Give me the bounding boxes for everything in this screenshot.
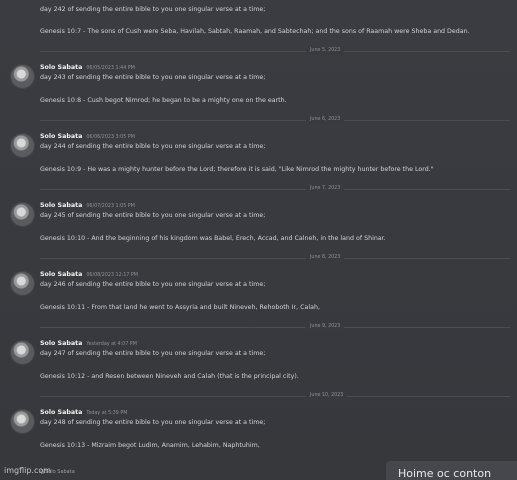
author-name[interactable]: Solo Sabata — [40, 409, 82, 416]
divider-rule — [40, 51, 510, 52]
avatar[interactable] — [10, 409, 35, 434]
message-line: day 247 of sending the entire bible to y… — [40, 350, 266, 357]
date-divider: June 6, 2023 — [40, 116, 510, 124]
message-verse: Genesis 10:13 - Mizraim begot Ludim, Ana… — [40, 442, 260, 449]
divider-rule — [40, 327, 510, 328]
divider-date: June 6, 2023 — [306, 116, 345, 124]
message-verse: Genesis 10:12 - and Resen between Nineve… — [40, 373, 299, 380]
message-header: Solo Sabata Today at 5:39 PM — [40, 409, 127, 418]
divider-date: June 5, 2023 — [306, 47, 345, 55]
date-divider: June 7, 2023 — [40, 185, 510, 193]
message-line: day 246 of sending the entire bible to y… — [40, 281, 266, 288]
divider-date: June 9, 2023 — [306, 323, 345, 331]
date-divider: June 5, 2023 — [40, 47, 510, 55]
author-name[interactable]: Solo Sabata — [40, 202, 82, 209]
message-verse: Genesis 10:10 - And the beginning of his… — [40, 235, 386, 242]
author-name[interactable]: Solo Sabata — [40, 340, 82, 347]
message-line: day 243 of sending the entire bible to y… — [40, 74, 266, 81]
message-verse: Genesis 10:7 - The sons of Cush were Seb… — [40, 28, 470, 35]
divider-date: June 7, 2023 — [306, 185, 345, 193]
message-line: day 244 of sending the entire bible to y… — [40, 143, 266, 150]
divider-rule — [40, 396, 510, 397]
date-divider: June 10, 2023 — [40, 392, 510, 400]
divider-rule — [40, 258, 510, 259]
message-header: Solo Sabata 06/05/2023 1:44 PM — [40, 64, 135, 73]
divider-rule — [40, 189, 510, 190]
message-header: Solo Sabata 06/07/2023 1:05 PM — [40, 202, 135, 211]
divider-date: June 8, 2023 — [306, 254, 345, 262]
divider-date: June 10, 2023 — [306, 392, 348, 400]
message-line: day 245 of sending the entire bible to y… — [40, 212, 266, 219]
avatar[interactable] — [10, 271, 35, 296]
avatar[interactable] — [10, 64, 35, 89]
message-timestamp: 06/08/2023 12:17 PM — [86, 273, 138, 278]
message-line: day 242 of sending the entire bible to y… — [40, 6, 266, 13]
message-timestamp: 06/05/2023 1:44 PM — [86, 66, 135, 71]
author-name[interactable]: Solo Sabata — [40, 133, 82, 140]
message-verse: Genesis 10:8 - Cush begot Nimrod; he beg… — [40, 97, 287, 104]
message-line: day 248 of sending the entire bible to y… — [40, 419, 266, 426]
message-header: Solo Sabata Yesterday at 4:07 PM — [40, 340, 137, 349]
message-timestamp: 06/07/2023 1:05 PM — [86, 204, 135, 209]
message-header: Solo Sabata 06/06/2023 3:05 PM — [40, 133, 135, 142]
meme-caption-box: Hoime oc conton — [386, 461, 517, 480]
avatar[interactable] — [10, 202, 35, 227]
date-divider: June 8, 2023 — [40, 254, 510, 262]
message-timestamp: Today at 5:39 PM — [86, 411, 128, 416]
message-verse: Genesis 10:11 - From that land he went t… — [40, 304, 320, 311]
divider-rule — [40, 120, 510, 121]
imgflip-watermark: imgflip.com — [4, 466, 52, 475]
avatar[interactable] — [10, 133, 35, 158]
message-header: Solo Sabata 06/08/2023 12:17 PM — [40, 271, 138, 280]
message-timestamp: Yesterday at 4:07 PM — [86, 342, 137, 347]
author-name[interactable]: Solo Sabata — [40, 271, 82, 278]
date-divider: June 9, 2023 — [40, 323, 510, 331]
author-name[interactable]: Solo Sabata — [40, 64, 82, 71]
meme-caption-text: Hoime oc conton — [398, 467, 492, 480]
avatar[interactable] — [10, 340, 35, 365]
message-timestamp: 06/06/2023 3:05 PM — [86, 135, 135, 140]
message-verse: Genesis 10:9 - He was a mighty hunter be… — [40, 166, 434, 173]
